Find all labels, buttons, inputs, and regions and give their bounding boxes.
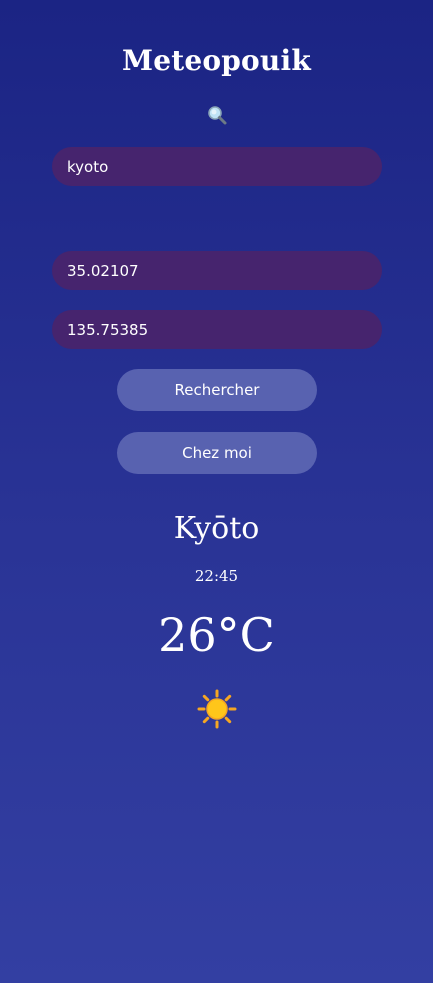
sun-icon (197, 689, 237, 729)
longitude-field[interactable] (52, 310, 382, 349)
app-title: Meteopouik (122, 44, 311, 77)
home-button[interactable]: Chez moi (117, 432, 317, 474)
search-button[interactable]: Rechercher (117, 369, 317, 411)
local-time: 22:45 (194, 567, 239, 585)
search-icon (208, 106, 227, 125)
temperature: 26°C (158, 608, 275, 662)
city-field[interactable] (52, 147, 382, 186)
city-name: Kyōto (173, 511, 260, 546)
latitude-field[interactable] (52, 251, 382, 290)
